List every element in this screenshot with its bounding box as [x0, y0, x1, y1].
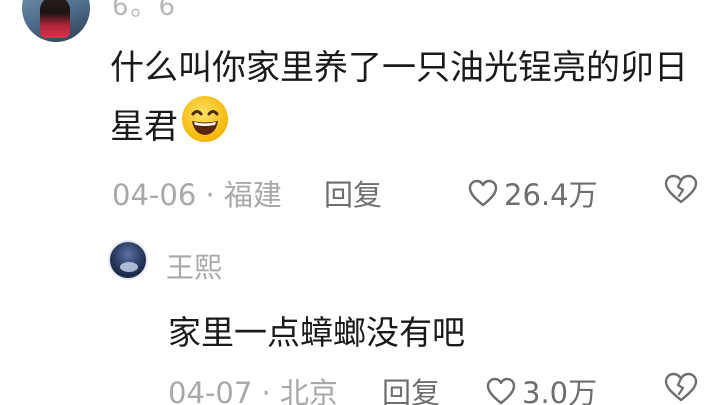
reply-button[interactable]: 回复	[324, 172, 382, 214]
comment-username[interactable]: 6。6	[112, 0, 177, 23]
reply-meta: 04-07 · 北京 回复 3.0万	[168, 368, 702, 405]
avatar-glow	[120, 262, 138, 272]
broken-heart-outline-icon[interactable]	[664, 372, 698, 402]
heart-outline-icon	[486, 377, 516, 405]
reply-like-count: 3.0万	[522, 376, 598, 405]
comment-date-location: 04-06 · 福建	[112, 178, 282, 212]
reply-username[interactable]: 王熙	[166, 246, 222, 286]
avatar-figure	[40, 0, 70, 38]
reply-reply-button[interactable]: 回复	[382, 370, 440, 405]
like-count: 26.4万	[504, 178, 598, 212]
reply-like-button[interactable]: 3.0万	[486, 370, 597, 405]
broken-heart-outline-icon[interactable]	[664, 174, 698, 204]
reply-text: 家里一点蟑螂没有吧	[168, 313, 465, 352]
comment-thread: 6。6 什么叫你家里养了一只油光锃亮的卯日星君 04-06 · 福建 回复 26…	[0, 0, 720, 405]
reply-avatar[interactable]	[108, 240, 148, 280]
grinning-face-emoji-icon	[182, 96, 228, 142]
avatar[interactable]	[22, 0, 90, 42]
comment-meta: 04-06 · 福建 回复 26.4万	[112, 170, 702, 212]
like-button[interactable]: 26.4万	[468, 172, 598, 214]
reply-date-location: 04-07 · 北京	[168, 376, 338, 405]
heart-outline-icon	[468, 179, 498, 207]
comment-body: 什么叫你家里养了一只油光锃亮的卯日星君	[110, 42, 700, 153]
